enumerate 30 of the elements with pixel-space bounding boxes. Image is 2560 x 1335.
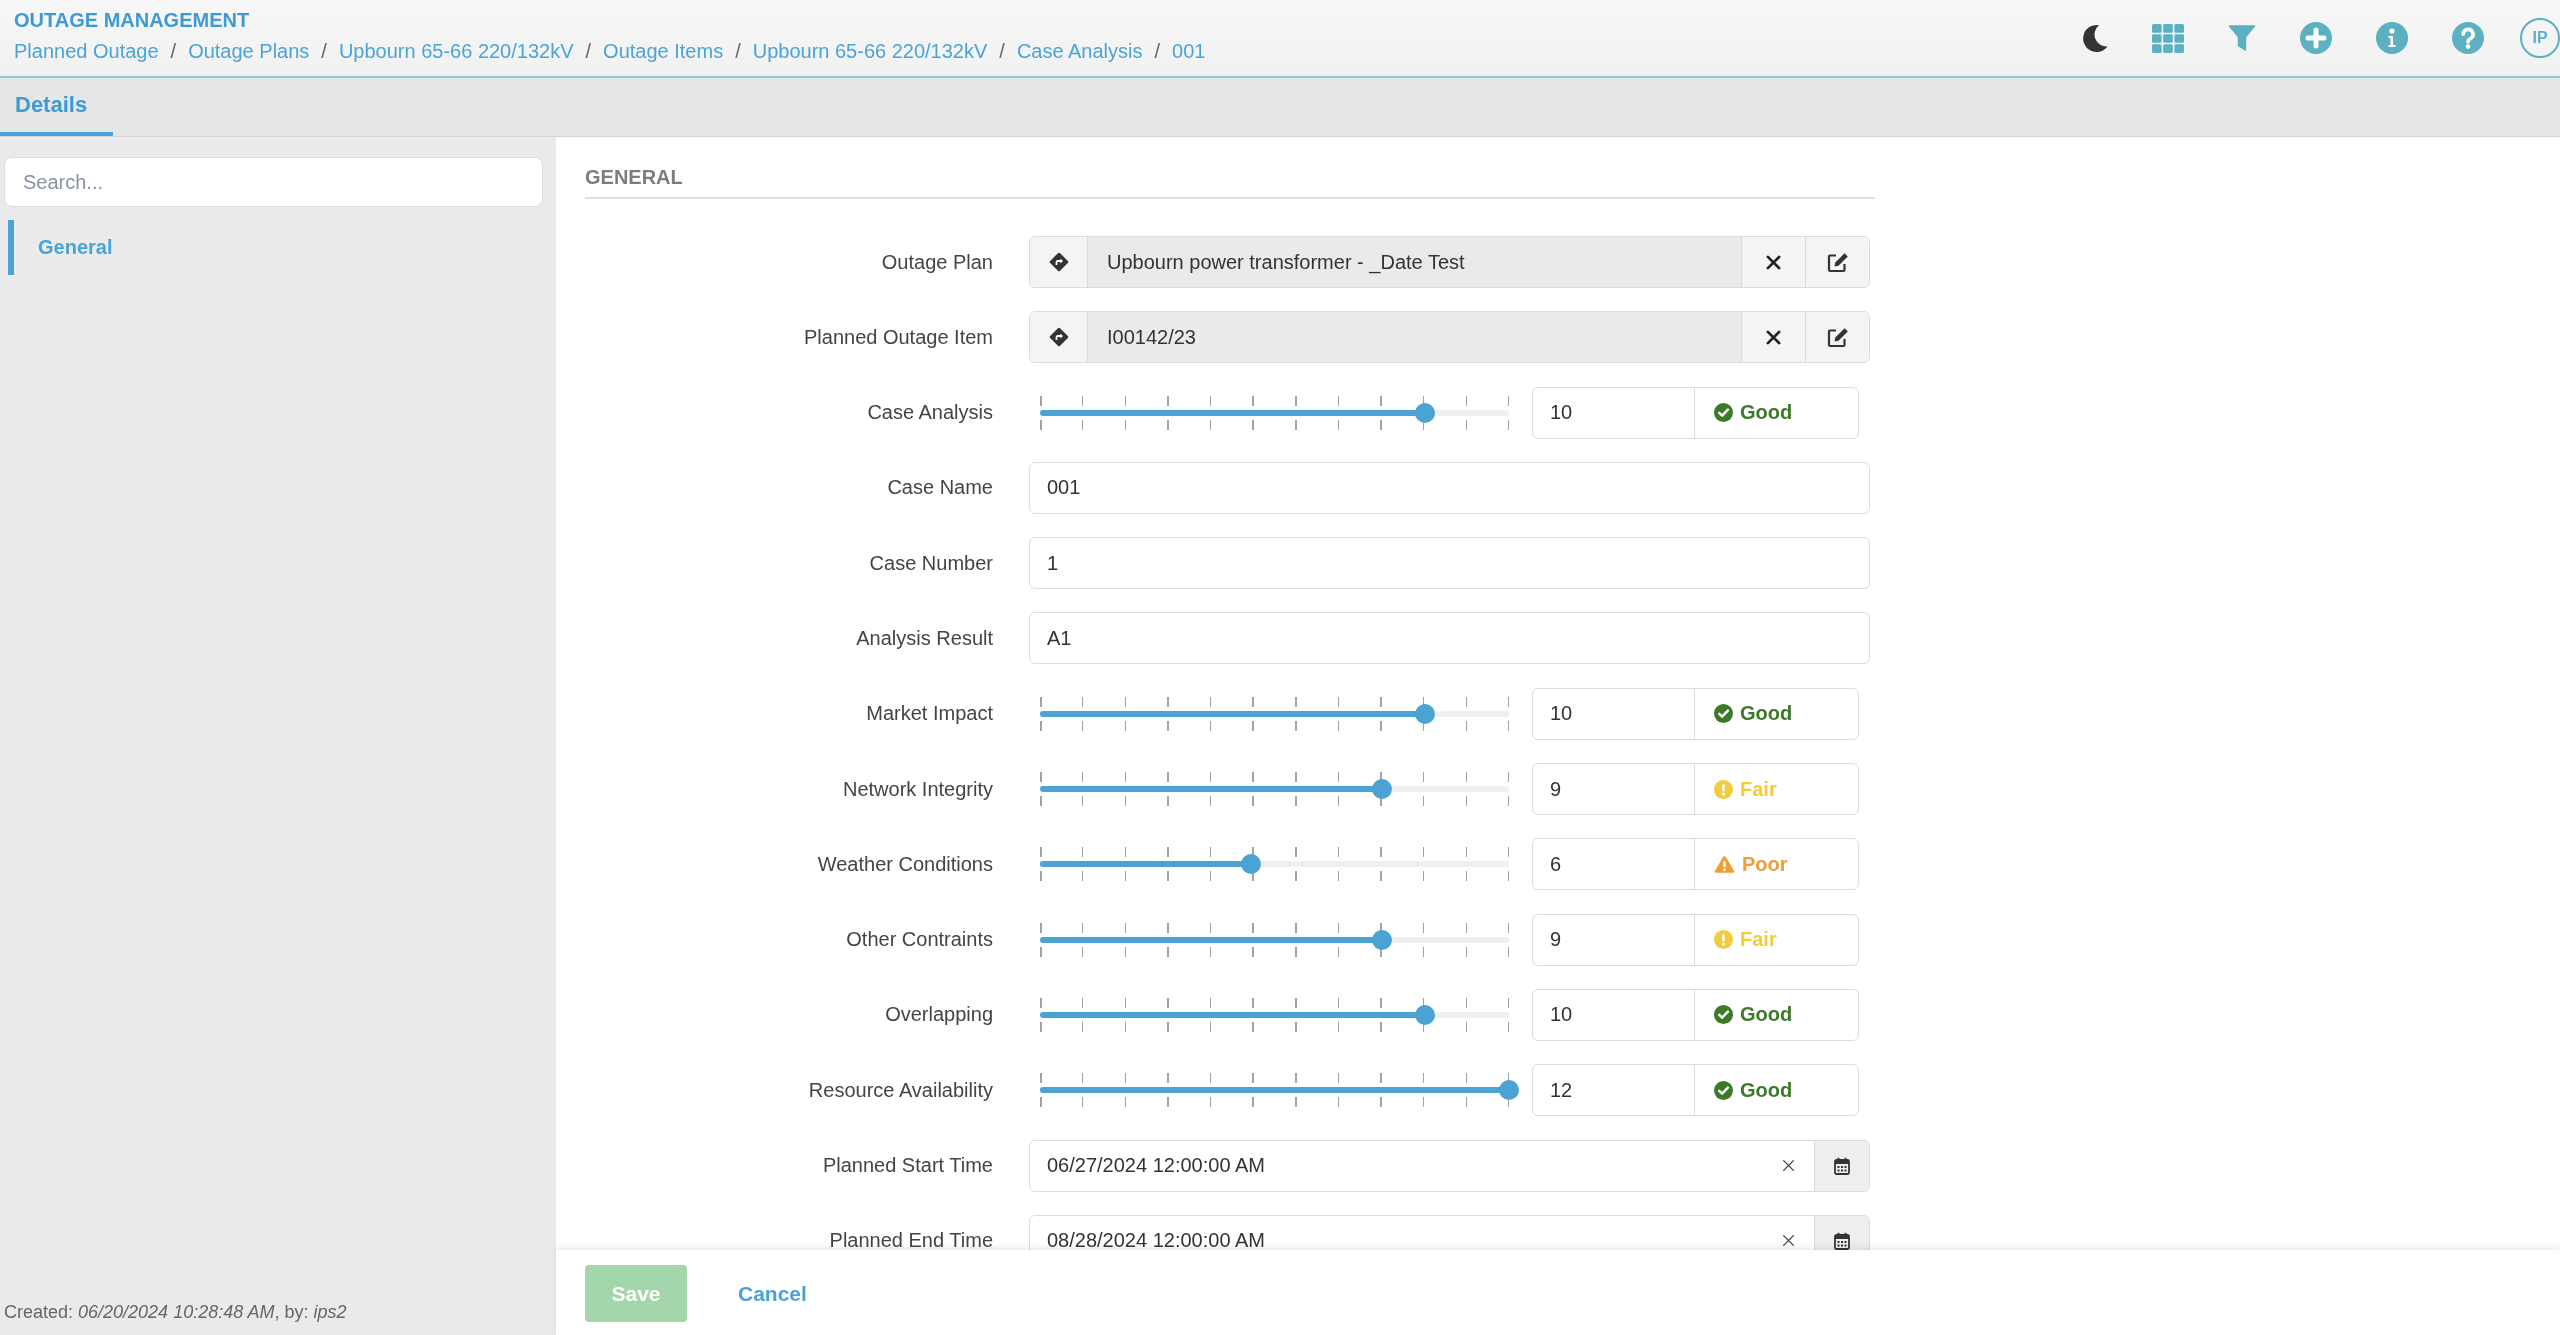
breadcrumb-separator: /	[321, 39, 327, 64]
status-text: Good	[1740, 1003, 1793, 1027]
field-label: Outage Plan	[881, 250, 993, 274]
breadcrumb-separator: /	[1154, 39, 1161, 64]
field-label: Overlapping	[885, 1003, 993, 1027]
breadcrumb-separator: /	[735, 39, 741, 64]
status-text: Good	[1740, 401, 1793, 425]
field-label: Planned Start Time	[822, 1154, 993, 1178]
status-text: Poor	[1742, 852, 1788, 876]
field-label: Market Impact	[866, 702, 993, 726]
field-label: Network Integrity	[842, 777, 993, 801]
field-label: Analysis Result	[856, 627, 993, 650]
field-label: Case Number	[869, 551, 993, 575]
breadcrumb-separator: /	[999, 39, 1005, 64]
field-label: Case Analysis	[867, 401, 993, 425]
field-label: Resource Availability	[808, 1078, 993, 1102]
status-text: Good	[1740, 1078, 1793, 1102]
field-label: Planned End Time	[829, 1229, 993, 1250]
field-label: Weather Conditions	[817, 852, 993, 876]
app-title: OUTAGE MANAGEMENT	[14, 8, 250, 32]
field-label: Other Contraints	[846, 928, 993, 952]
breadcrumb-separator: /	[585, 39, 592, 64]
created-note: Created: 06/20/2024 10:28:48 AM, by: ips2	[4, 1301, 347, 1323]
breadcrumb-separator: /	[170, 39, 177, 64]
status-text: Good	[1740, 702, 1793, 726]
status-text: Fair	[1740, 928, 1777, 952]
status-text: Fair	[1740, 777, 1777, 801]
field-label: Case Name	[887, 476, 993, 500]
field-label: Planned Outage Item	[804, 325, 993, 349]
section-title: GENERAL	[585, 166, 683, 188]
